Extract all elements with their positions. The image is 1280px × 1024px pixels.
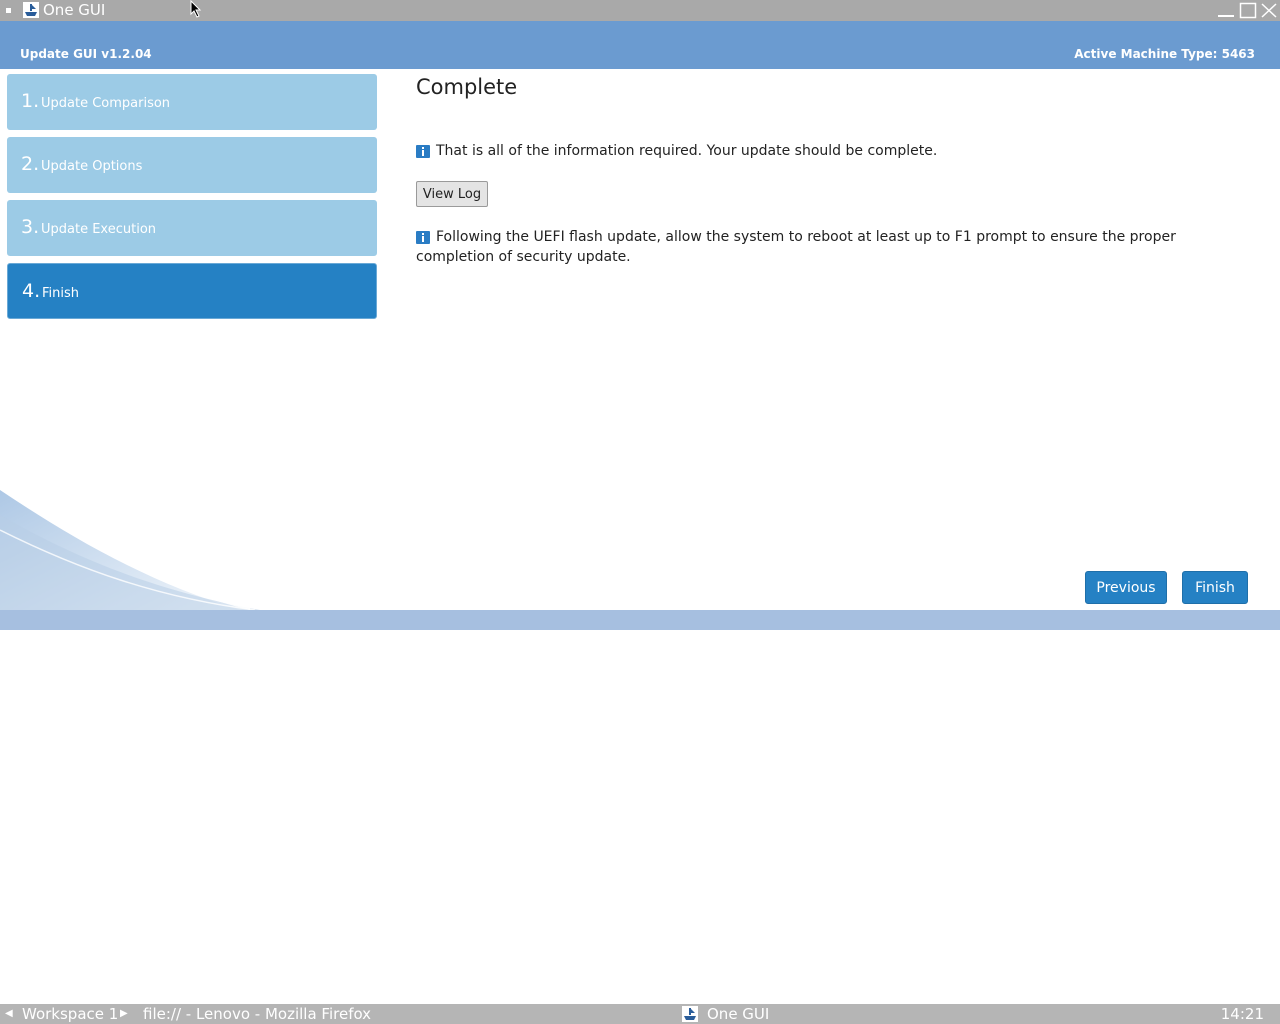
step-update-execution[interactable]: 3. Update Execution xyxy=(7,200,377,256)
step-number: 2. xyxy=(21,153,40,175)
close-icon[interactable] xyxy=(1260,2,1278,19)
step-label: Update Comparison xyxy=(41,96,171,111)
step-label: Update Options xyxy=(41,159,143,174)
machine-type: Active Machine Type: 5463 xyxy=(1074,47,1255,61)
info-text: That is all of the information required.… xyxy=(436,143,938,159)
taskbar-clock: 14:21 xyxy=(1220,1005,1264,1023)
taskbar-item-firefox[interactable]: file:// - Lenovo - Mozilla Firefox xyxy=(143,1004,371,1024)
app-version: Update GUI v1.2.04 xyxy=(20,47,152,61)
decorative-swoosh xyxy=(0,479,260,611)
previous-button[interactable]: Previous xyxy=(1085,571,1167,604)
workspace-label[interactable]: Workspace 1 xyxy=(22,1004,118,1024)
info-message-complete: That is all of the information required.… xyxy=(416,141,1226,161)
page-title: Complete xyxy=(416,75,518,99)
workspace-prev-icon[interactable]: ◀ xyxy=(5,1004,13,1024)
step-finish[interactable]: 4. Finish xyxy=(7,263,377,319)
lenovo-ship-icon xyxy=(23,2,39,18)
window-menu-icon[interactable] xyxy=(6,8,11,13)
view-log-button[interactable]: View Log xyxy=(416,181,488,207)
app-header: Update GUI v1.2.04 Active Machine Type: … xyxy=(0,21,1280,69)
info-icon xyxy=(416,231,430,244)
minimize-icon[interactable] xyxy=(1217,2,1235,19)
workspace-next-icon[interactable]: ▶ xyxy=(120,1004,128,1024)
step-number: 3. xyxy=(21,216,40,238)
step-label: Update Execution xyxy=(41,222,157,237)
step-label: Finish xyxy=(42,286,80,301)
step-number: 1. xyxy=(21,90,40,112)
lenovo-ship-icon xyxy=(682,1006,698,1022)
step-update-comparison[interactable]: 1. Update Comparison xyxy=(7,74,377,130)
finish-button[interactable]: Finish xyxy=(1182,571,1248,604)
info-icon xyxy=(416,145,430,158)
step-number: 4. xyxy=(22,280,41,302)
footer-band xyxy=(0,610,1280,630)
maximize-icon[interactable] xyxy=(1239,2,1257,19)
taskbar-item-one-gui[interactable]: One GUI xyxy=(707,1004,769,1024)
mouse-cursor-icon xyxy=(190,0,202,18)
window-title: One GUI xyxy=(43,1,106,19)
taskbar: ◀ Workspace 1 ▶ file:// - Lenovo - Mozil… xyxy=(0,1004,1280,1024)
info-text: Following the UEFI flash update, allow t… xyxy=(416,229,1176,265)
info-message-reboot: Following the UEFI flash update, allow t… xyxy=(416,227,1206,267)
step-update-options[interactable]: 2. Update Options xyxy=(7,137,377,193)
